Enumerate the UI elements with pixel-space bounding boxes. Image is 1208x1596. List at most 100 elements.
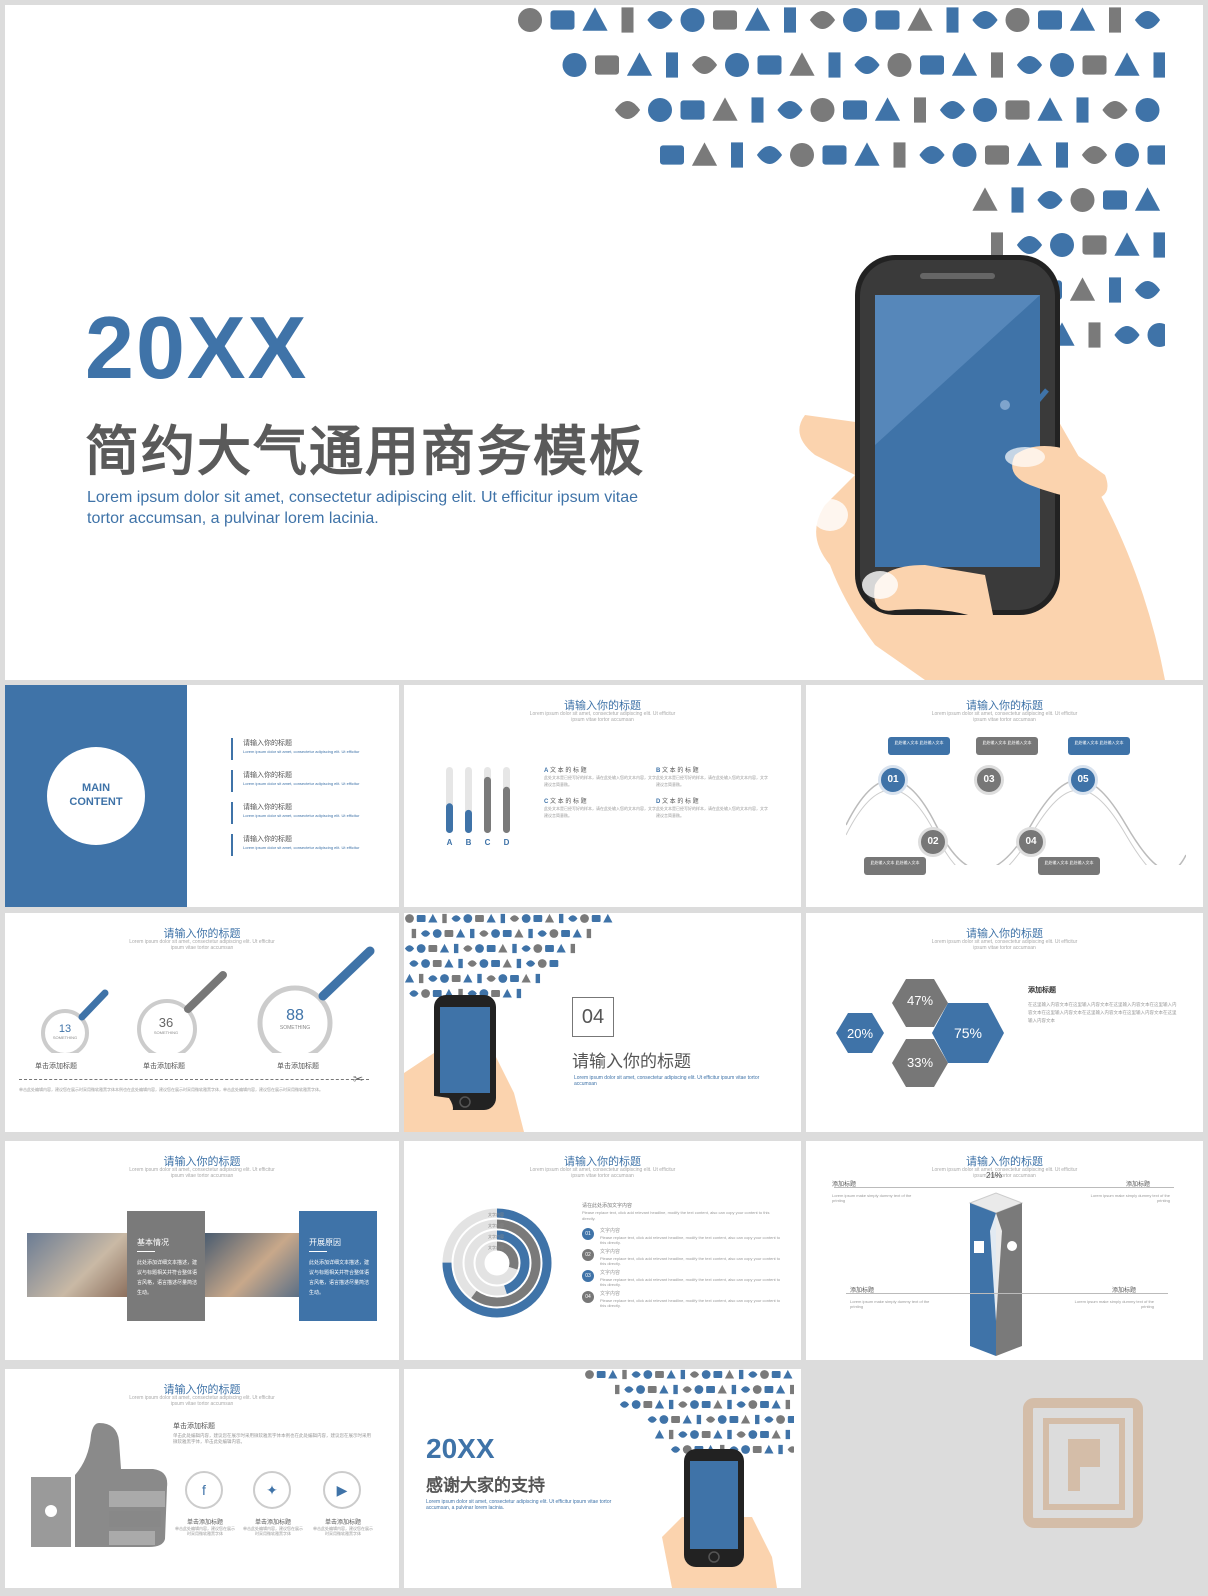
pictogram-icon <box>874 97 901 121</box>
youtube-icon[interactable]: ▶ <box>323 1471 361 1509</box>
hand-phone-illustration <box>404 995 524 1132</box>
pictogram-icon <box>691 56 718 74</box>
slide-magnifiers: 请输入你的标题 Lorem ipsum dolor sit amet, cons… <box>5 913 399 1132</box>
pictogram-icon <box>1103 190 1127 210</box>
pictogram-icon <box>764 1385 774 1394</box>
slide-subtitle: Lorem ipsum dolor sit amet, consectetur … <box>529 1167 676 1179</box>
pictogram-icon <box>659 1384 669 1394</box>
pictogram-icon <box>619 1401 630 1408</box>
hand-phone-illustration <box>662 1449 777 1588</box>
bar-label: D <box>504 838 510 847</box>
pictogram-icon <box>510 974 519 983</box>
text-block: D 文 本 的 标 题 此处文本是已经写好的样本，请在此处输入您的文本内容，文字… <box>656 799 768 818</box>
pictogram-icon <box>428 975 438 982</box>
section-subtitle: Lorem ipsum dolor sit amet, consectetur … <box>574 1075 760 1087</box>
pictogram-icon <box>991 52 1003 78</box>
pictogram-icon <box>775 1384 786 1394</box>
contents-item: 请输入你的标题 Lorem ipsum dolor sit amet, cons… <box>231 802 381 824</box>
pictogram-icon <box>690 1430 699 1439</box>
pictogram-icon <box>973 98 997 122</box>
slide-hexagons: 请输入你的标题 Lorem ipsum dolor sit amet, cons… <box>806 913 1203 1132</box>
pictogram-icon <box>854 142 880 166</box>
slide-subtitle: Lorem ipsum dolor sit amet, consectetur … <box>931 1167 1078 1179</box>
pictogram-icon <box>727 1429 732 1440</box>
section-number: 04 <box>572 997 614 1037</box>
pictogram-icon <box>682 1386 692 1393</box>
pictogram-icon <box>648 98 672 122</box>
pictogram-icon <box>467 960 477 967</box>
pictogram-icon <box>1050 53 1074 77</box>
pictogram-icon <box>486 975 496 982</box>
pictogram-icon <box>624 1386 634 1393</box>
pictogram-icon <box>706 1385 715 1394</box>
pictogram-icon <box>550 10 575 30</box>
bar-fill <box>465 809 472 833</box>
pictogram-icon <box>621 7 634 33</box>
photo-meeting <box>205 1233 299 1297</box>
pictogram-icon <box>549 929 559 938</box>
pictogram-icon <box>673 1384 678 1395</box>
pictogram-icon <box>643 1400 653 1409</box>
facebook-icon[interactable]: f <box>185 1471 223 1509</box>
pictogram-icon <box>701 1400 711 1409</box>
pictogram-icon <box>952 143 977 167</box>
pictogram-icon <box>680 1369 686 1380</box>
pictogram-icon <box>713 1370 723 1379</box>
hero-title: 简约大气通用商务模板 <box>85 422 645 482</box>
timeline-label: 此处输入文本 此处输入文本 <box>1038 857 1100 875</box>
hero-year: 20XX <box>85 298 309 397</box>
pictogram-icon <box>514 928 524 938</box>
slide-subtitle: Lorem ipsum dolor sit amet, consectetur … <box>931 711 1078 723</box>
pictogram-icon <box>535 973 541 984</box>
icon-caption: 单击添加标题 单击此处编辑内容，建议您在展示时采用微软雅黑字体 <box>243 1520 303 1536</box>
slide-bars: 请输入你的标题 Lorem ipsum dolor sit amet, cons… <box>404 685 801 907</box>
timeline-node: 05 <box>1068 765 1098 795</box>
pictogram-icon <box>1076 97 1089 123</box>
pictogram-icon <box>654 1429 665 1439</box>
pictogram-icon <box>562 53 587 77</box>
pictogram-icon <box>544 913 555 923</box>
thumbs-body: 单击此处编辑内容，建议您在展示时采用微软雅黑字体本例也在此处编辑内容，建议您在展… <box>173 1433 371 1444</box>
pictogram-icon <box>626 52 653 76</box>
pictogram-icon <box>416 944 426 953</box>
pictogram-icon <box>418 973 424 984</box>
pictogram-icon <box>537 930 547 937</box>
bar-group: A B C D <box>446 767 510 847</box>
thanks-subtitle: Lorem ipsum dolor sit amet, consectetur … <box>426 1499 612 1511</box>
pictogram-icon <box>596 1370 606 1379</box>
pictogram-icon <box>789 52 815 76</box>
pictogram-icon <box>518 8 542 32</box>
contents-list: 请输入你的标题 Lorem ipsum dolor sit amet, cons… <box>231 738 381 856</box>
slide-subtitle: Lorem ipsum dolor sit amet, consectetur … <box>931 939 1078 951</box>
pictogram-icon <box>475 944 484 953</box>
pictogram-icon <box>756 146 783 164</box>
pictogram-icon <box>752 1385 762 1394</box>
hero-slide: 20XX 简约大气通用商务模板 Lorem ipsum dolor sit am… <box>5 5 1203 680</box>
icon-caption: 单击添加标题 单击此处编辑内容，建议您在展示时采用微软雅黑字体 <box>313 1520 373 1536</box>
contents-item: 请输入你的标题 Lorem ipsum dolor sit amet, cons… <box>231 738 381 760</box>
pictogram-icon <box>558 913 564 924</box>
pictogram-icon <box>893 142 906 168</box>
pictogram-icon <box>603 913 613 923</box>
icon-cloud-decoration <box>404 913 613 999</box>
hex-value: 47% <box>906 993 934 1008</box>
pictogram-icon <box>404 945 415 952</box>
pictogram-icon <box>1070 188 1095 212</box>
timeline-label: 此处输入文本 此处输入文本 <box>864 857 926 875</box>
pictogram-icon <box>647 11 673 29</box>
stat-13: 13 SOMETHING <box>52 1023 78 1040</box>
pictogram-icon <box>1038 10 1062 30</box>
pictogram-icon <box>736 1401 746 1408</box>
section-title: 请输入你的标题 <box>572 1052 691 1071</box>
pictogram-icon <box>972 187 998 211</box>
pictogram-icon <box>1005 100 1030 120</box>
bar-label: C <box>485 838 491 847</box>
column-3d <box>968 1192 1024 1356</box>
stat-36: 36 SOMETHING <box>153 1015 179 1035</box>
pictogram-icon <box>1037 97 1063 121</box>
twitter-icon[interactable]: ✦ <box>253 1471 291 1509</box>
pictogram-icon <box>521 945 531 952</box>
slide-rings: 请输入你的标题 Lorem ipsum dolor sit amet, cons… <box>404 1141 801 1360</box>
pictogram-icon <box>479 959 489 968</box>
timeline-node: 01 <box>878 765 908 795</box>
